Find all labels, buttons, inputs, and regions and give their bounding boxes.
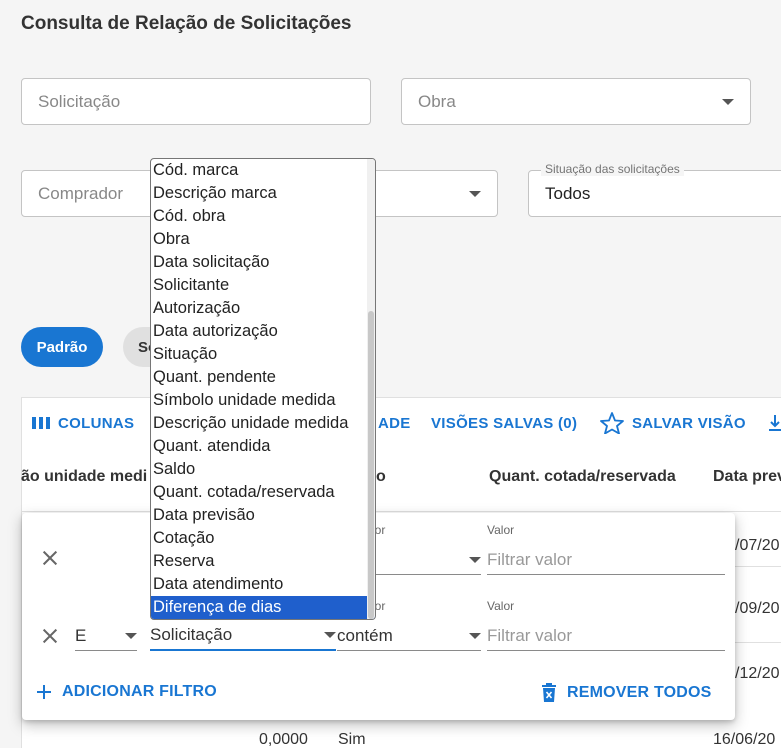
chevron-down-icon [469,632,481,639]
page-title: Consulta de Relação de Solicitações [21,13,352,34]
column-header-quant-cotada[interactable]: Quant. cotada/reservada [489,468,676,486]
operator-value-2: contém [337,625,393,645]
filter-value-placeholder-1: Filtrar valor [487,549,573,569]
table-cell-date: 16/06/20 [713,731,776,748]
dropdown-option[interactable]: Cotação [151,527,375,550]
column-header-descricao-unidade[interactable]: ão unidade medi [21,468,147,486]
obra-select[interactable]: Obra [401,78,751,125]
dropdown-option[interactable]: Descrição unidade medida [151,412,375,435]
situacao-label: Situação das solicitações [541,162,684,176]
add-filter-button[interactable]: ADICIONAR FILTRO [36,683,217,701]
situacao-value: Todos [545,183,591,203]
column-select-2[interactable]: Solicitação [150,621,336,651]
dropdown-option[interactable]: Obra [151,228,375,251]
dropdown-option[interactable]: Descrição marca [151,182,375,205]
columns-button[interactable]: COLUNAS [32,413,134,433]
solicitacao-placeholder: Solicitação [38,91,121,111]
value-label-2: Valor [487,599,515,613]
chevron-down-icon [324,632,336,638]
logic-operator-value: E [75,625,87,645]
remove-filter-1-icon[interactable] [42,550,58,566]
remove-all-label: REMOVER TODOS [567,684,712,701]
chevron-down-icon [722,98,734,105]
download-icon [769,415,781,431]
save-view-label: SALVAR VISÃO [632,414,746,432]
saved-views-label: VISÕES SALVAS (0) [431,414,578,432]
columns-label: COLUNAS [58,414,135,432]
chevron-down-icon [469,190,481,197]
dropdown-option[interactable]: Saldo [151,458,375,481]
dropdown-option[interactable]: Quant. pendente [151,366,375,389]
operator-select-2[interactable]: contém [337,621,481,651]
density-label: ADE [378,414,411,432]
filter-value-input-1[interactable]: Filtrar valor [487,545,725,575]
situacao-select[interactable]: Situação das solicitações Todos [528,162,781,217]
remove-filter-2-icon[interactable] [42,628,58,644]
star-icon [600,412,624,434]
table-cell-date: /12/20 [735,665,780,682]
table-cell-date: /09/20 [735,600,780,617]
chevron-down-icon [469,556,481,563]
value-label-1: Valor [487,523,515,537]
dropdown-option[interactable]: Cód. marca [151,159,375,182]
column-value-2: Solicitação [150,625,233,644]
dropdown-option[interactable]: Data solicitação [151,251,375,274]
filter-value-placeholder-2: Filtrar valor [487,625,573,645]
dropdown-option[interactable]: Data atendimento [151,573,375,596]
header-divider [21,511,781,512]
dropdown-option[interactable]: Símbolo unidade medida [151,389,375,412]
column-header-partial[interactable]: o [376,468,386,486]
dropdown-option[interactable]: Diferença de dias [151,596,375,619]
export-button[interactable] [768,413,781,433]
column-options-listbox[interactable]: Cód. marca Descrição marca Cód. obra Obra Da… [150,158,376,620]
density-button[interactable]: ADE [378,413,411,433]
columns-icon [32,417,50,429]
table-cell-date: /07/20 [735,537,780,554]
row-divider [735,642,781,643]
trash-icon [542,683,556,702]
dropdown-option[interactable]: Quant. cotada/reservada [151,481,375,504]
remove-all-button[interactable]: REMOVER TODOS [541,683,712,703]
dropdown-option[interactable]: Situação [151,343,375,366]
plus-icon [37,685,51,699]
save-view-button[interactable]: SALVAR VISÃO [600,412,746,434]
solicitacao-input[interactable]: Solicitação [21,78,371,125]
filter-value-input-2[interactable]: Filtrar valor [487,621,725,651]
dropdown-option[interactable]: Cód. obra [151,205,375,228]
dropdown-option[interactable]: Data autorização [151,320,375,343]
saved-views-button[interactable]: VISÕES SALVAS (0) [431,413,577,433]
dropdown-option[interactable]: Solicitante [151,274,375,297]
dropdown-option[interactable]: Reserva [151,550,375,573]
table-cell-qty: 0,0000 [259,731,308,748]
view-chip-padrao[interactable]: Padrão [21,327,103,367]
dropdown-option[interactable]: Autorização [151,297,375,320]
scrollbar-thumb[interactable] [368,311,374,619]
row-divider [735,566,781,567]
table-cell-flag: Sim [338,731,366,748]
chevron-down-icon [125,632,137,639]
dropdown-option[interactable]: Quant. atendida [151,435,375,458]
column-header-data-previsao[interactable]: Data prev [713,468,781,486]
obra-placeholder: Obra [418,91,456,111]
logic-operator-select[interactable]: E [75,621,137,651]
dropdown-option[interactable]: Data previsão [151,504,375,527]
add-filter-label: ADICIONAR FILTRO [62,683,217,700]
